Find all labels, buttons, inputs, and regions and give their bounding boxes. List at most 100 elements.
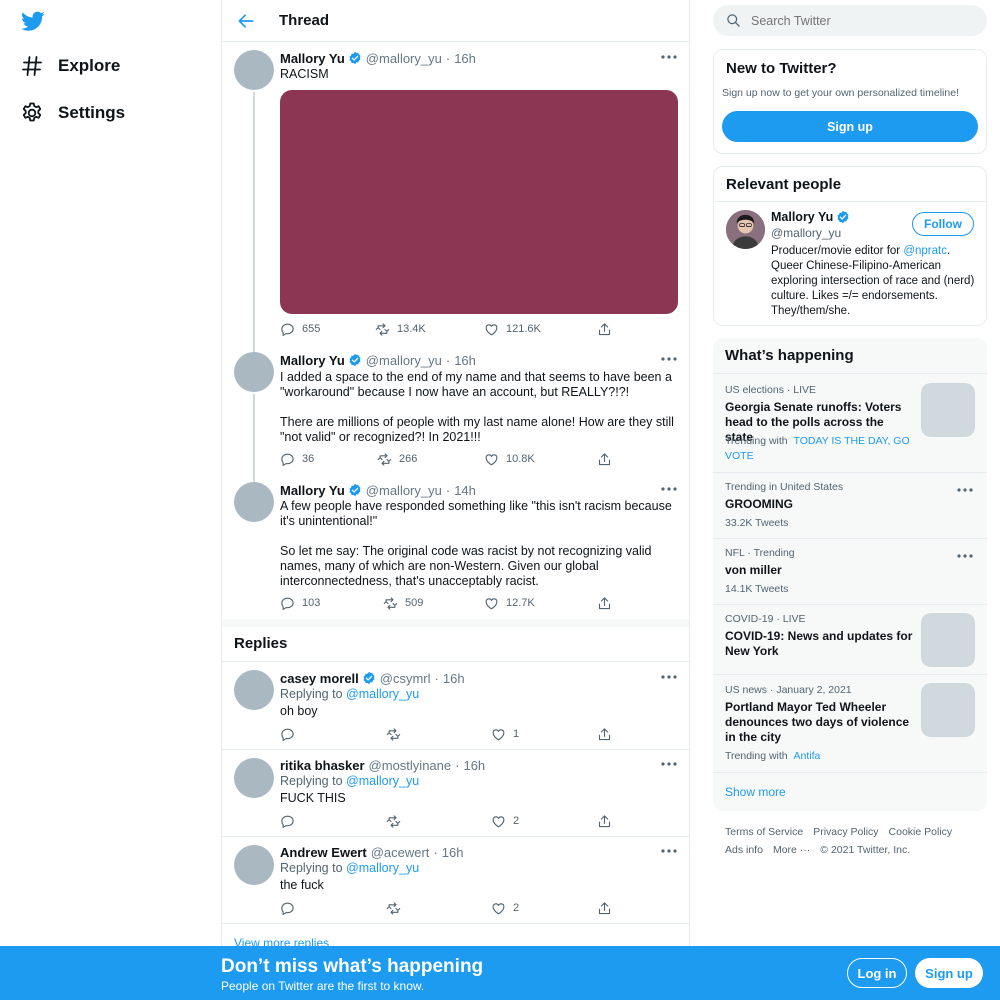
trend-count: 14.1K Tweets xyxy=(725,583,789,595)
card-title: What’s happening xyxy=(725,347,854,364)
tweet-header: casey morell @csymrl · 16h xyxy=(280,669,465,687)
replying-to-link[interactable]: @mallory_yu xyxy=(346,861,419,875)
more-icon[interactable] xyxy=(661,52,677,62)
timestamp[interactable]: 16h xyxy=(443,671,465,686)
author-handle[interactable]: @mallory_yu xyxy=(366,353,442,368)
trend-sub: Trending with TODAY IS THE DAY, GO VOTE xyxy=(725,434,915,464)
footer-link[interactable]: Privacy Policy xyxy=(813,826,878,838)
footer-more-link[interactable]: More ··· xyxy=(773,844,810,856)
retweet-button[interactable] xyxy=(386,813,401,829)
retweet-button[interactable] xyxy=(386,900,401,916)
share-button[interactable] xyxy=(597,813,612,829)
timestamp[interactable]: 14h xyxy=(454,483,476,498)
author-name[interactable]: Mallory Yu xyxy=(280,483,345,498)
trend-item[interactable]: US news · January 2, 2021 Portland Mayor… xyxy=(713,674,987,772)
author-name[interactable]: casey morell xyxy=(280,671,359,686)
person-name[interactable]: Mallory Yu xyxy=(771,210,833,224)
trend-item[interactable]: US elections · LIVE Georgia Senate runof… xyxy=(713,373,987,472)
timestamp[interactable]: 16h xyxy=(454,353,476,368)
reply-button[interactable] xyxy=(280,726,295,742)
retweet-button[interactable] xyxy=(386,726,401,742)
share-button[interactable] xyxy=(597,595,612,611)
author-handle[interactable]: @acewert xyxy=(371,845,430,860)
thread-connector xyxy=(253,92,255,352)
like-button[interactable]: 2 xyxy=(491,813,519,829)
whats-happening-card: What’s happening US elections · LIVE Geo… xyxy=(713,338,987,811)
retweet-button[interactable]: 13.4K xyxy=(375,321,426,337)
author-name[interactable]: Andrew Ewert xyxy=(280,845,367,860)
nav-item-settings[interactable]: Settings xyxy=(20,98,125,128)
footer-link[interactable]: Cookie Policy xyxy=(889,826,953,838)
share-button[interactable] xyxy=(597,726,612,742)
avatar[interactable] xyxy=(234,352,274,392)
bio-mention-link[interactable]: @npratc xyxy=(903,245,947,257)
footer-link[interactable]: Ads info xyxy=(725,844,763,856)
like-button[interactable]: 10.8K xyxy=(484,451,535,467)
follow-button[interactable]: Follow xyxy=(912,212,974,236)
sign-up-button[interactable]: Sign up xyxy=(722,111,978,142)
search-input[interactable] xyxy=(751,12,971,29)
reply-button[interactable]: 103 xyxy=(280,595,320,611)
share-icon xyxy=(598,727,611,740)
reply-button[interactable] xyxy=(280,813,295,829)
share-button[interactable] xyxy=(597,900,612,916)
replying-to-link[interactable]: @mallory_yu xyxy=(346,774,419,788)
trend-link[interactable]: Antifa xyxy=(794,750,821,762)
avatar[interactable] xyxy=(234,670,274,710)
footer-link[interactable]: Terms of Service xyxy=(725,826,803,838)
author-handle[interactable]: @mallory_yu xyxy=(366,51,442,66)
author-name[interactable]: Mallory Yu xyxy=(280,51,345,66)
avatar[interactable] xyxy=(234,482,274,522)
search-box[interactable] xyxy=(713,5,987,36)
timestamp[interactable]: 16h xyxy=(454,51,476,66)
like-button[interactable]: 12.7K xyxy=(484,595,535,611)
timestamp[interactable]: 16h xyxy=(463,758,485,773)
reply-button[interactable]: 655 xyxy=(280,321,320,337)
more-icon[interactable] xyxy=(661,759,677,769)
like-button[interactable]: 1 xyxy=(491,726,519,742)
tweet-media[interactable] xyxy=(280,90,678,314)
more-icon[interactable] xyxy=(957,485,973,495)
author-name[interactable]: Mallory Yu xyxy=(280,353,345,368)
avatar[interactable] xyxy=(234,758,274,798)
avatar[interactable] xyxy=(234,845,274,885)
trend-item[interactable]: COVID-19 · LIVE COVID-19: News and updat… xyxy=(713,604,987,674)
author-handle[interactable]: @csymrl xyxy=(380,671,431,686)
sign-up-button[interactable]: Sign up xyxy=(915,958,983,988)
author-name[interactable]: ritika bhasker xyxy=(280,758,365,773)
more-icon[interactable] xyxy=(661,354,677,364)
author-handle[interactable]: @mostlyinane xyxy=(369,758,452,773)
separator-dot: · xyxy=(433,844,438,860)
arrow-left-icon[interactable] xyxy=(236,11,256,31)
like-button[interactable]: 121.6K xyxy=(484,321,541,337)
author-handle[interactable]: @mallory_yu xyxy=(366,483,442,498)
trend-item[interactable]: NFL · Trending von miller 14.1K Tweets xyxy=(713,538,987,604)
reply-button[interactable]: 36 xyxy=(280,451,314,467)
footer-links: Ads info More ··· © 2021 Twitter, Inc. xyxy=(725,844,920,856)
more-icon[interactable] xyxy=(661,484,677,494)
like-button[interactable]: 2 xyxy=(491,900,519,916)
avatar[interactable] xyxy=(234,50,274,90)
person-name-row: Mallory Yu xyxy=(771,210,850,224)
log-in-button[interactable]: Log in xyxy=(847,958,907,988)
trend-item[interactable]: Trending in United States GROOMING 33.2K… xyxy=(713,472,987,538)
more-icon[interactable] xyxy=(957,551,973,561)
separator-dot: · xyxy=(455,757,460,773)
relevant-people-card: Relevant people Mallory Yu @mallory_yu F… xyxy=(713,166,987,326)
share-icon xyxy=(598,596,611,609)
person-handle[interactable]: @mallory_yu xyxy=(771,226,841,240)
share-button[interactable] xyxy=(597,321,612,337)
avatar[interactable] xyxy=(726,210,765,249)
replying-to-link[interactable]: @mallory_yu xyxy=(346,687,419,701)
more-icon[interactable] xyxy=(661,672,677,682)
more-icon[interactable] xyxy=(661,846,677,856)
timestamp[interactable]: 16h xyxy=(442,845,464,860)
retweet-button[interactable]: 266 xyxy=(377,451,417,467)
share-button[interactable] xyxy=(597,451,612,467)
twitter-bird-icon[interactable] xyxy=(20,9,46,33)
nav-item-explore[interactable]: Explore xyxy=(20,51,120,81)
separator-dot: · xyxy=(445,482,451,498)
reply-button[interactable] xyxy=(280,900,295,916)
retweet-button[interactable]: 509 xyxy=(383,595,423,611)
show-more-link[interactable]: Show more xyxy=(725,785,786,799)
